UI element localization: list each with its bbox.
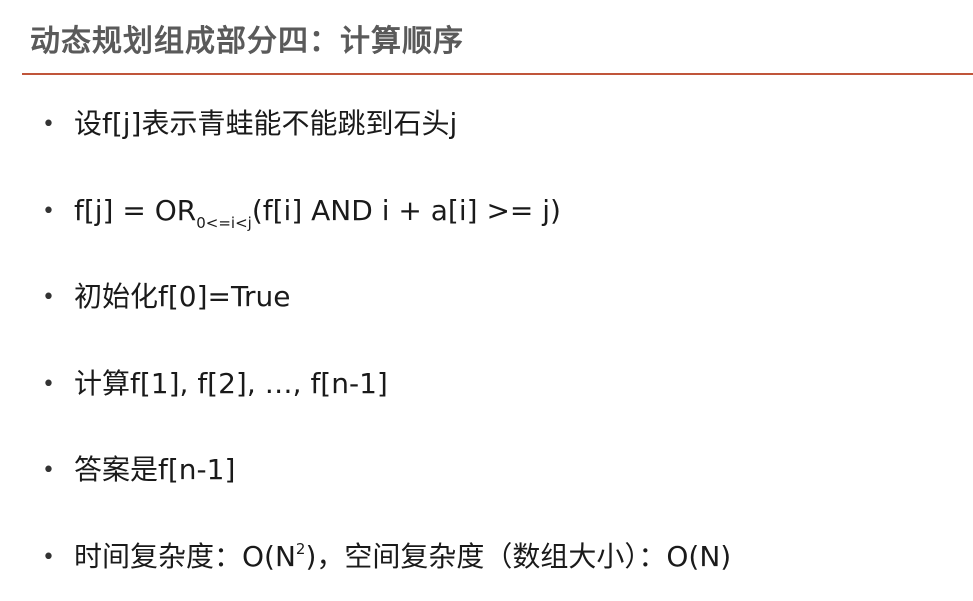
slide-title: 动态规划组成部分四：计算顺序 xyxy=(30,24,464,59)
bullet-marker: • xyxy=(42,458,55,483)
bullet-item-answer: • 答案是f[n-1] xyxy=(42,453,235,488)
bullet-text: 答案是f[n-1] xyxy=(74,453,236,486)
bullet-text-subscript: 0<=i<j xyxy=(196,214,252,232)
bullet-marker: • xyxy=(42,545,55,570)
bullet-text-post: (f[i] AND i + a[i] >= j) xyxy=(251,194,561,227)
bullet-item-transition-equation: • f[j] = OR0<=i<j(f[i] AND i + a[i] >= j) xyxy=(42,194,561,232)
bullet-item-state-definition: • 设f[j]表示青蛙能不能跳到石头j xyxy=(42,107,457,142)
bullet-marker: • xyxy=(42,199,55,224)
bullet-item-computation-order: • 计算f[1], f[2], …, f[n-1] xyxy=(42,367,388,402)
slide: 动态规划组成部分四：计算顺序 • 设f[j]表示青蛙能不能跳到石头j • f[j] … xyxy=(0,0,973,601)
bullet-text: 初始化f[0]=True xyxy=(74,280,291,313)
bullet-text-pre: f[j] = OR xyxy=(74,194,197,227)
bullet-item-complexity: • 时间复杂度：O(N2)，空间复杂度（数组大小）：O(N) xyxy=(42,540,731,575)
bullet-item-initialization: • 初始化f[0]=True xyxy=(42,280,290,315)
bullet-text: 计算f[1], f[2], …, f[n-1] xyxy=(74,367,388,400)
bullet-marker: • xyxy=(42,285,55,310)
title-divider xyxy=(22,73,973,75)
bullet-marker: • xyxy=(42,112,55,137)
bullet-text-pre: 时间复杂度：O(N xyxy=(74,540,296,573)
bullet-marker: • xyxy=(42,372,55,397)
bullet-text: 设f[j]表示青蛙能不能跳到石头j xyxy=(74,107,458,140)
bullet-text-post: )，空间复杂度（数组大小）：O(N) xyxy=(305,540,732,573)
